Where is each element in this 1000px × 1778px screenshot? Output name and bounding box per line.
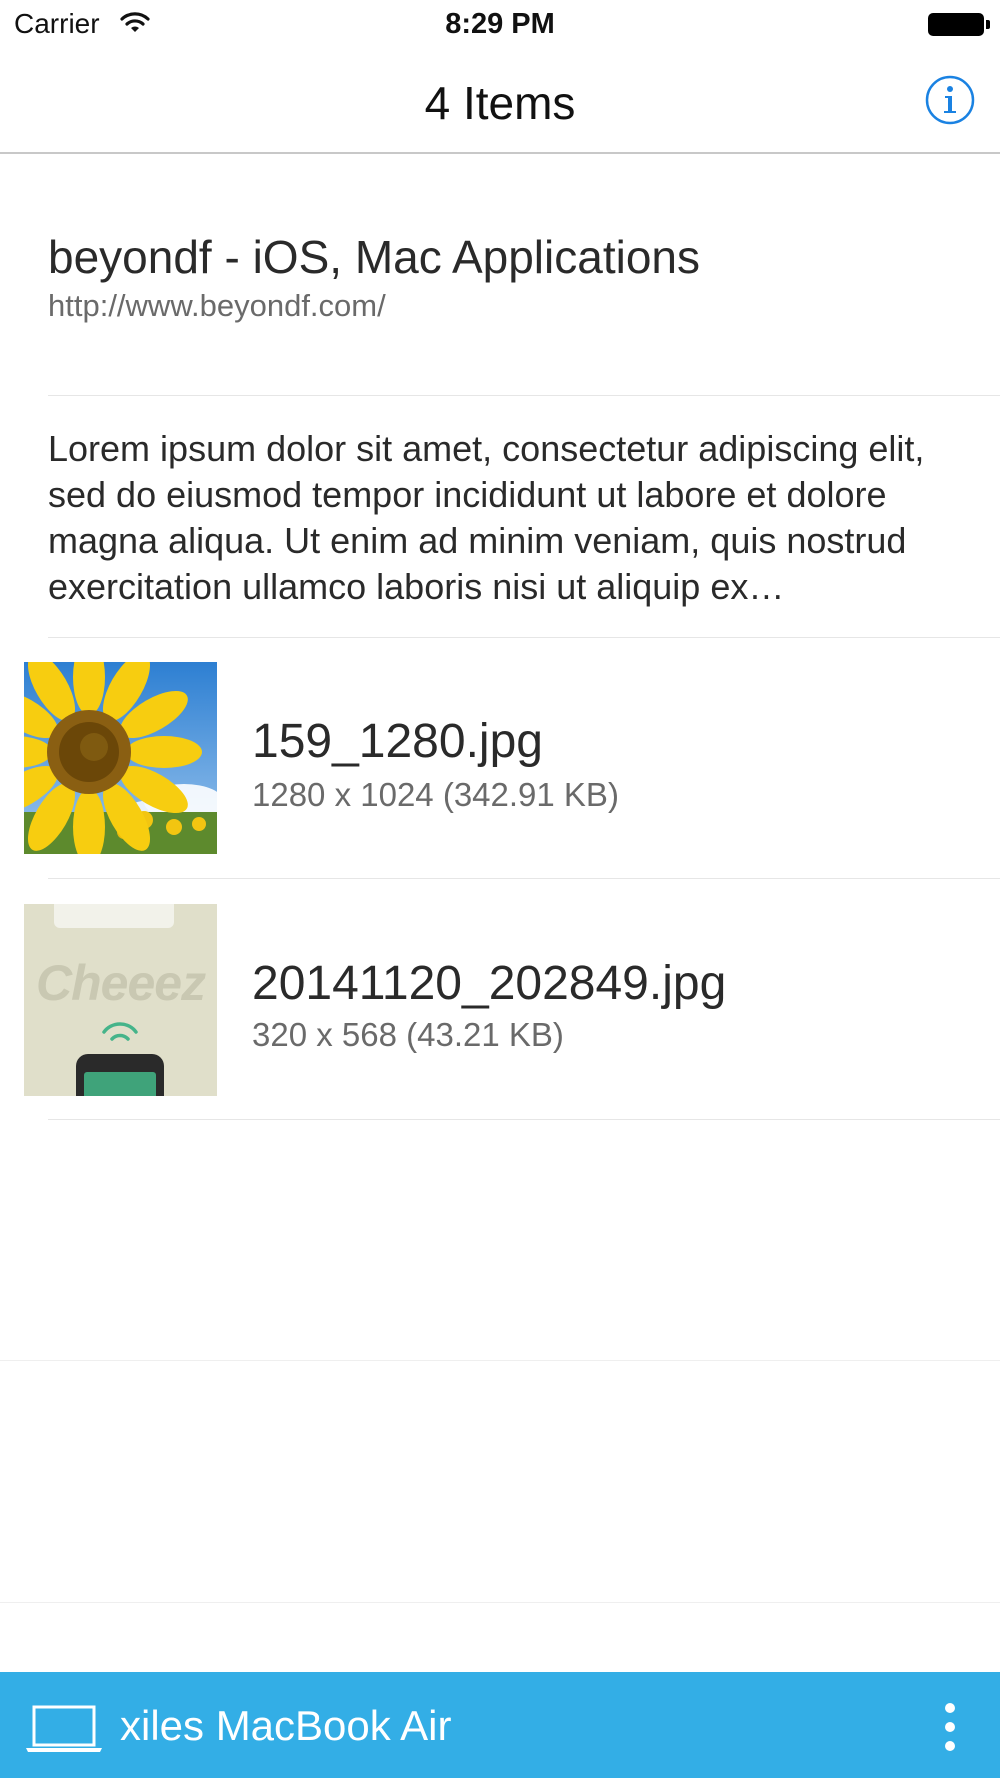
page-title: 4 Items	[424, 77, 576, 129]
link-title: beyondf - iOS, Mac Applications	[48, 231, 700, 283]
file-meta: 320 x 568 (43.21 KB)	[252, 1016, 564, 1053]
wifi-icon	[102, 1022, 138, 1041]
divider	[48, 395, 1000, 396]
info-circle-icon[interactable]	[924, 74, 976, 126]
divider	[48, 637, 1000, 638]
more-vertical-icon[interactable]	[940, 1702, 960, 1752]
app-screenshot-thumbnail: Cheeez	[24, 904, 217, 1096]
divider	[0, 1360, 1000, 1361]
sunflower-thumbnail	[24, 662, 217, 854]
device-name: xiles MacBook Air	[120, 1702, 452, 1749]
battery-icon	[928, 13, 990, 36]
divider	[48, 1119, 1000, 1120]
nav-bar: 4 Items	[0, 52, 1000, 154]
laptop-icon	[26, 1705, 102, 1752]
thumb-header	[54, 904, 174, 928]
device-bar[interactable]: xiles MacBook Air	[0, 1672, 1000, 1778]
text-snippet: Lorem ipsum dolor sit amet, consectetur …	[48, 428, 925, 607]
divider	[0, 1602, 1000, 1603]
status-time: 8:29 PM	[445, 8, 555, 40]
thumb-logo-text: Cheeez	[36, 955, 206, 1011]
file-meta: 1280 x 1024 (342.91 KB)	[252, 776, 619, 813]
status-bar: Carrier 8:29 PM	[0, 0, 1000, 52]
file-name: 20141120_202849.jpg	[252, 957, 727, 1010]
link-url: http://www.beyondf.com/	[48, 288, 386, 323]
phone-icon	[76, 1054, 164, 1096]
file-name: 159_1280.jpg	[252, 715, 543, 768]
divider	[48, 878, 1000, 879]
